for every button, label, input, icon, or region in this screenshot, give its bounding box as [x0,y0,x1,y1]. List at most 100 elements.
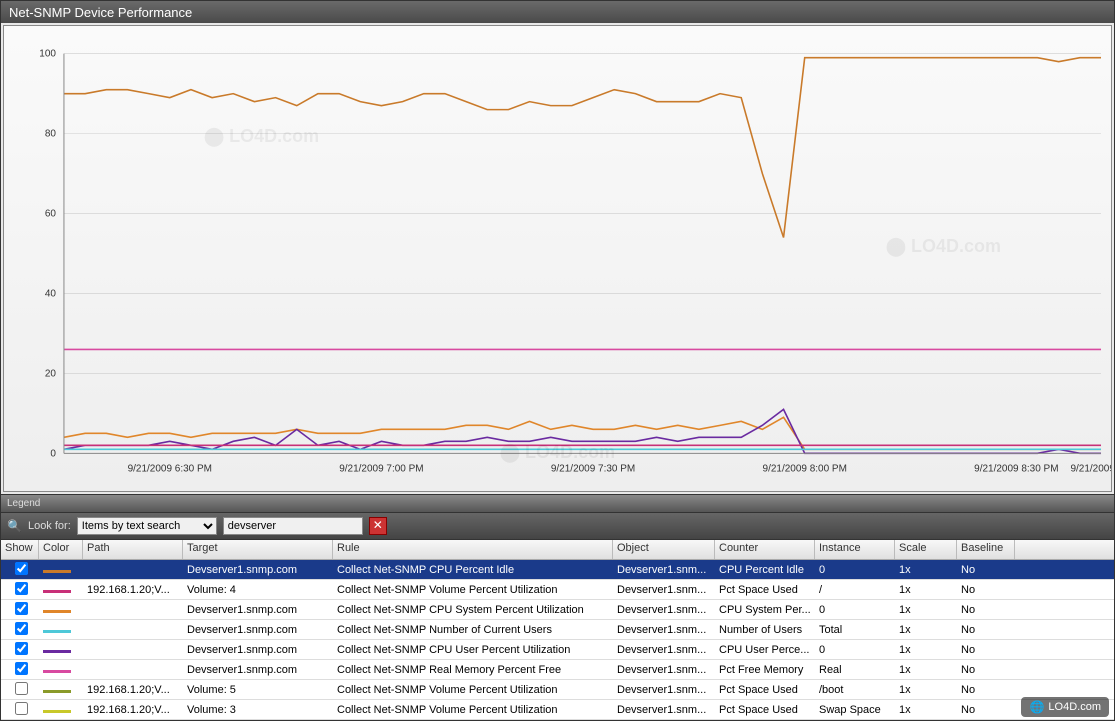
cell-object: Devserver1.snm... [613,582,715,598]
cell-instance: 0 [815,562,895,578]
search-label: Look for: [28,520,71,532]
col-show[interactable]: Show [1,540,39,559]
cell-counter: CPU User Perce... [715,642,815,658]
svg-text:9/21/2009 7:00 PM: 9/21/2009 7:00 PM [339,463,423,474]
cell-path: 192.168.1.20;V... [83,702,183,718]
cell-rule: Collect Net-SNMP CPU Percent Idle [333,562,613,578]
show-checkbox[interactable] [15,602,28,615]
cell-counter: CPU Percent Idle [715,562,815,578]
color-swatch [43,610,71,613]
legend-table: Show Color Path Target Rule Object Count… [1,540,1114,720]
table-row[interactable]: 192.168.1.20;V...Volume: 5Collect Net-SN… [1,680,1114,700]
show-checkbox[interactable] [15,622,28,635]
cell-target: Volume: 4 [183,582,333,598]
table-row[interactable]: Devserver1.snmp.comCollect Net-SNMP Real… [1,660,1114,680]
col-instance[interactable]: Instance [815,540,895,559]
col-object[interactable]: Object [613,540,715,559]
cell-object: Devserver1.snm... [613,702,715,718]
cell-rule: Collect Net-SNMP Volume Percent Utilizat… [333,582,613,598]
cell-rule: Collect Net-SNMP Number of Current Users [333,622,613,638]
table-row[interactable]: Devserver1.snmp.comCollect Net-SNMP Numb… [1,620,1114,640]
col-baseline[interactable]: Baseline [957,540,1015,559]
cell-target: Volume: 3 [183,702,333,718]
col-color[interactable]: Color [39,540,83,559]
cell-counter: Pct Space Used [715,682,815,698]
clear-search-button[interactable]: ✕ [369,517,387,535]
col-counter[interactable]: Counter [715,540,815,559]
show-checkbox[interactable] [15,562,28,575]
cell-target: Devserver1.snmp.com [183,602,333,618]
col-rule[interactable]: Rule [333,540,613,559]
cell-baseline: No [957,622,1015,638]
col-path[interactable]: Path [83,540,183,559]
chart-area[interactable]: 0204060801009/21/2009 6:30 PM9/21/2009 7… [3,25,1112,492]
cell-scale: 1x [895,642,957,658]
cell-object: Devserver1.snm... [613,622,715,638]
cell-object: Devserver1.snm... [613,642,715,658]
table-row[interactable]: 192.168.1.20;V...Volume: 4Collect Net-SN… [1,580,1114,600]
color-swatch [43,710,71,713]
cell-target: Devserver1.snmp.com [183,622,333,638]
cell-baseline: No [957,602,1015,618]
table-row[interactable]: Devserver1.snmp.comCollect Net-SNMP CPU … [1,640,1114,660]
show-checkbox[interactable] [15,702,28,715]
globe-icon: 🌐 [1029,700,1044,714]
cell-object: Devserver1.snm... [613,602,715,618]
show-checkbox[interactable] [15,582,28,595]
cell-rule: Collect Net-SNMP Real Memory Percent Fre… [333,662,613,678]
cell-path [83,568,183,572]
svg-text:9/21/2009 6:30 PM: 9/21/2009 6:30 PM [128,463,212,474]
cell-rule: Collect Net-SNMP Volume Percent Utilizat… [333,702,613,718]
color-swatch [43,690,71,693]
cell-scale: 1x [895,602,957,618]
col-scale[interactable]: Scale [895,540,957,559]
titlebar: Net-SNMP Device Performance [1,1,1114,23]
cell-object: Devserver1.snm... [613,682,715,698]
color-swatch [43,650,71,653]
svg-text:9/21/2009 8:00 PM: 9/21/2009 8:00 PM [763,463,847,474]
cell-rule: Collect Net-SNMP CPU System Percent Util… [333,602,613,618]
cell-target: Devserver1.snmp.com [183,662,333,678]
cell-instance: 0 [815,602,895,618]
cell-path [83,628,183,632]
cell-baseline: No [957,682,1015,698]
cell-path [83,648,183,652]
svg-text:100: 100 [39,49,56,60]
table-row[interactable]: Devserver1.snmp.comCollect Net-SNMP CPU … [1,600,1114,620]
search-input[interactable] [223,517,363,535]
color-swatch [43,670,71,673]
search-mode-select[interactable]: Items by text search [77,517,217,535]
col-target[interactable]: Target [183,540,333,559]
watermark: ⬤ LO4D.com [204,126,319,147]
cell-path: 192.168.1.20;V... [83,682,183,698]
table-header-row: Show Color Path Target Rule Object Count… [1,540,1114,560]
cell-scale: 1x [895,662,957,678]
brand-badge: 🌐 LO4D.com [1021,697,1109,717]
svg-text:9/21/2009 7:30 PM: 9/21/2009 7:30 PM [551,463,635,474]
svg-text:60: 60 [45,209,57,220]
cell-path: 192.168.1.20;V... [83,582,183,598]
search-bar: 🔍 Look for: Items by text search ✕ [1,512,1114,540]
cell-instance: 0 [815,642,895,658]
watermark: ⬤ LO4D.com [500,442,615,463]
show-checkbox[interactable] [15,682,28,695]
cell-baseline: No [957,662,1015,678]
cell-instance: / [815,582,895,598]
cell-target: Volume: 5 [183,682,333,698]
cell-target: Devserver1.snmp.com [183,562,333,578]
svg-text:9/21/2009 8:30 PM: 9/21/2009 8:30 PM [974,463,1058,474]
cell-path [83,668,183,672]
cell-counter: CPU System Per... [715,602,815,618]
table-row[interactable]: 192.168.1.20;V...Volume: 3Collect Net-SN… [1,700,1114,720]
cell-scale: 1x [895,562,957,578]
search-icon: 🔍 [7,519,22,533]
svg-text:9/21/2009 9:0: 9/21/2009 9:0 [1070,463,1111,474]
color-swatch [43,570,71,573]
cell-counter: Pct Space Used [715,702,815,718]
cell-baseline: No [957,642,1015,658]
show-checkbox[interactable] [15,662,28,675]
cell-instance: /boot [815,682,895,698]
table-row[interactable]: Devserver1.snmp.comCollect Net-SNMP CPU … [1,560,1114,580]
show-checkbox[interactable] [15,642,28,655]
legend-title: Legend [7,498,40,509]
